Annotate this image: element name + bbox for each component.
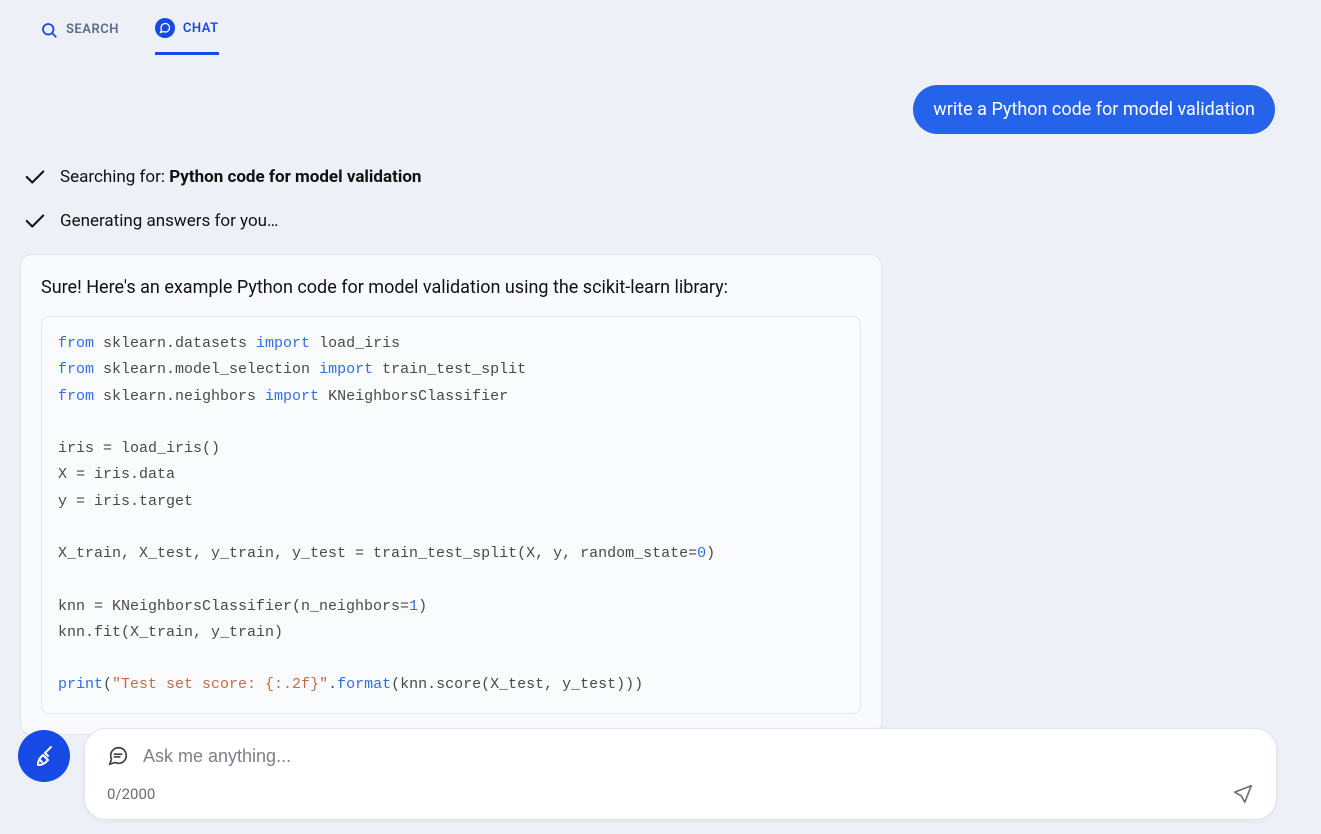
- code-block: from sklearn.datasets import load_iris f…: [41, 316, 861, 714]
- code-num: 0: [697, 545, 706, 562]
- user-message-text: write a Python code for model validation: [933, 99, 1255, 120]
- code-txt: sklearn.datasets: [94, 335, 256, 352]
- code-txt: load_iris: [310, 335, 400, 352]
- code-txt: iris = load_iris(): [58, 440, 220, 457]
- status-searching-query: Python code for model validation: [169, 167, 421, 187]
- user-message-row: write a Python code for model validation: [20, 85, 1281, 134]
- code-txt: y = iris.target: [58, 493, 193, 510]
- code-fn: format: [337, 676, 391, 693]
- composer-footer: 0/2000: [107, 783, 1254, 805]
- status-generating-text: Generating answers for you…: [60, 211, 278, 231]
- code-kw: import: [265, 388, 319, 405]
- code-kw: from: [58, 335, 94, 352]
- code-txt: (knn.score(X_test, y_test))): [391, 676, 643, 693]
- top-tabs: SEARCH CHAT: [0, 0, 1321, 55]
- code-fn: print: [58, 676, 103, 693]
- search-icon: [40, 21, 58, 39]
- status-searching: Searching for: Python code for model val…: [20, 166, 1281, 188]
- check-icon: [24, 210, 46, 232]
- char-counter: 0/2000: [107, 785, 155, 803]
- code-txt: ): [418, 598, 427, 615]
- status-searching-prefix: Searching for:: [60, 167, 169, 187]
- user-message-bubble: write a Python code for model validation: [913, 85, 1275, 134]
- tab-search[interactable]: SEARCH: [40, 21, 119, 53]
- code-kw: from: [58, 388, 94, 405]
- code-txt: KNeighborsClassifier: [319, 388, 508, 405]
- code-txt: sklearn.neighbors: [94, 388, 265, 405]
- code-txt: (: [103, 676, 112, 693]
- code-kw: from: [58, 361, 94, 378]
- assistant-intro: Sure! Here's an example Python code for …: [41, 277, 861, 298]
- code-str: "Test set score: {:.2f}": [112, 676, 328, 693]
- composer-row: [107, 745, 1254, 767]
- code-txt: X = iris.data: [58, 466, 175, 483]
- composer: 0/2000: [84, 728, 1277, 820]
- code-txt: train_test_split: [373, 361, 526, 378]
- code-kw: import: [319, 361, 373, 378]
- check-icon: [24, 166, 46, 188]
- code-txt: knn.fit(X_train, y_train): [58, 624, 283, 641]
- status-generating: Generating answers for you…: [20, 210, 1281, 232]
- code-txt: X_train, X_test, y_train, y_test = train…: [58, 545, 697, 562]
- chat-icon: [155, 18, 175, 38]
- chat-outline-icon: [107, 745, 129, 767]
- tab-search-label: SEARCH: [66, 22, 119, 37]
- code-txt: knn = KNeighborsClassifier(n_neighbors=: [58, 598, 409, 615]
- composer-input[interactable]: [143, 746, 1254, 767]
- code-kw: import: [256, 335, 310, 352]
- new-topic-button[interactable]: [18, 730, 70, 782]
- send-button[interactable]: [1232, 783, 1254, 805]
- code-txt: ): [706, 545, 715, 562]
- code-txt: .: [328, 676, 337, 693]
- tab-chat-label: CHAT: [183, 21, 219, 36]
- tab-chat[interactable]: CHAT: [155, 18, 219, 55]
- status-searching-text: Searching for: Python code for model val…: [60, 167, 421, 187]
- conversation: write a Python code for model validation…: [0, 55, 1321, 735]
- code-txt: sklearn.model_selection: [94, 361, 319, 378]
- code-num: 1: [409, 598, 418, 615]
- broom-icon: [32, 744, 56, 768]
- assistant-card: Sure! Here's an example Python code for …: [20, 254, 882, 735]
- composer-area: 0/2000: [18, 728, 1277, 820]
